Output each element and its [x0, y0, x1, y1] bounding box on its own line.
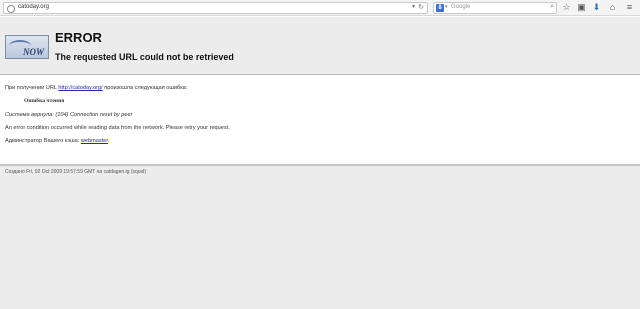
search-engine-icon[interactable]: 8	[436, 4, 444, 12]
logo-text: NOW	[22, 47, 44, 57]
error-header: NOW ERROR The requested URL could not be…	[0, 17, 640, 75]
browser-toolbar: catoday.org ▾ ↻ 8 ▾ Google ⌕ ☆ ▣ ⬇ ⌂ ≡	[0, 0, 640, 16]
bookmarks-icon[interactable]: ▣	[576, 2, 587, 13]
webmaster-link[interactable]: webmaster	[81, 138, 108, 144]
system-return: Система вернула: (104) Connection reset …	[5, 112, 133, 118]
globe-icon	[7, 5, 15, 13]
engine-dropdown-icon[interactable]: ▾	[445, 4, 448, 10]
search-input[interactable]: Google	[451, 4, 470, 10]
home-icon[interactable]: ⌂	[607, 2, 618, 13]
requested-url-link[interactable]: http://catoday.org/	[58, 85, 102, 91]
url-error-suffix: произошла следующая ошибка:	[102, 85, 188, 91]
reload-icon[interactable]: ↻	[418, 3, 424, 11]
url-text[interactable]: catoday.org	[18, 4, 49, 10]
url-bar[interactable]: catoday.org ▾ ↻	[3, 2, 428, 14]
chevron-down-icon[interactable]: ▾	[412, 3, 415, 10]
error-name: Ошибка чтения	[24, 98, 65, 104]
download-icon[interactable]: ⬇	[591, 2, 602, 13]
search-icon[interactable]: ⌕	[550, 3, 554, 11]
menu-icon[interactable]: ≡	[624, 2, 635, 13]
admin-prefix: Админстратор Вашего кэша:	[5, 138, 81, 144]
logo: NOW	[5, 35, 49, 59]
url-error-line: При получении URL http://catoday.org/ пр…	[5, 85, 187, 91]
star-icon[interactable]: ☆	[561, 2, 572, 13]
admin-suffix: .	[107, 138, 110, 144]
footer-generated: Создано Fri, 02 Oct 2009 19:57:59 GMT на…	[5, 169, 147, 175]
admin-line: Админстратор Вашего кэша: webmaster.	[5, 138, 110, 144]
search-bar[interactable]: 8 ▾ Google ⌕	[433, 2, 557, 14]
page-subtitle: The requested URL could not be retrieved	[55, 52, 234, 62]
page-title: ERROR	[55, 30, 102, 45]
footer: Создано Fri, 02 Oct 2009 19:57:59 GMT на…	[0, 166, 640, 309]
error-description: An error condition occurred while readin…	[5, 125, 230, 131]
url-error-prefix: При получении URL	[5, 85, 59, 91]
